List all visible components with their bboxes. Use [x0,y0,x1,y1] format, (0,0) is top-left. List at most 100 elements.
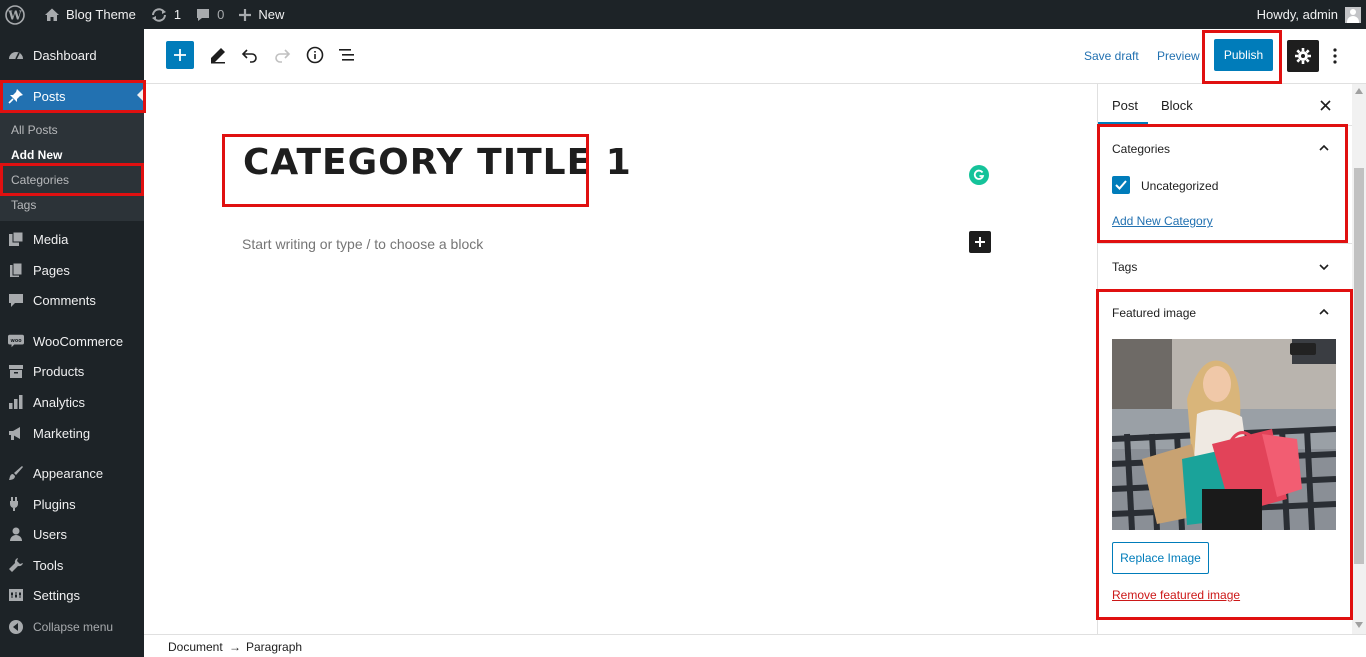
submenu-add-new[interactable]: Add New [11,148,62,162]
tags-panel-title[interactable]: Tags [1112,260,1137,274]
menu-tools-label: Tools [33,557,64,573]
menu-comments[interactable]: Comments [0,285,144,315]
menu-comments-label: Comments [33,292,96,308]
comments-count: 0 [217,7,225,22]
settings-scrollbar[interactable] [1352,84,1366,634]
close-settings-button[interactable] [1316,96,1334,114]
close-icon [1319,99,1331,111]
dashboard-gauge-icon [8,47,24,63]
redo-button[interactable] [270,43,294,67]
featured-image-panel-title[interactable]: Featured image [1112,306,1196,320]
settings-toggle-button[interactable] [1287,40,1319,72]
menu-woocommerce[interactable]: woo WooCommerce [0,326,144,356]
save-draft-button[interactable]: Save draft [1084,49,1139,63]
woocommerce-icon: woo [8,333,24,349]
replace-image-button[interactable]: Replace Image [1112,542,1209,574]
breadcrumb-document[interactable]: Document [168,640,223,654]
updates-count: 1 [173,7,182,22]
menu-appearance[interactable]: Appearance [0,458,144,488]
pushpin-icon [8,88,24,104]
menu-posts-label: Posts [33,88,66,104]
editor-header: Save draft Preview Publish [144,29,1366,84]
uncategorized-checkbox[interactable] [1112,176,1130,194]
collapse-menu-label: Collapse menu [33,620,114,634]
home-icon [45,8,59,21]
menu-dashboard-label: Dashboard [33,47,97,63]
comment-bubble-icon [197,8,210,21]
new-content-link[interactable]: New [231,0,291,29]
edit-mode-button[interactable] [206,43,230,67]
site-name: Blog Theme [66,7,136,22]
scroll-up-arrow-icon[interactable] [1355,88,1363,94]
settings-sidebar: Post Block Categories Uncategorized Add … [1097,84,1353,634]
publish-button[interactable]: Publish [1214,39,1273,71]
paintbrush-icon [8,465,24,481]
new-label: New [258,7,285,22]
editor-canvas: CATEGORY TITLE 1 Start writing or type /… [144,84,1097,634]
submenu-categories[interactable]: Categories [11,173,69,187]
chevron-up-icon[interactable] [1316,140,1332,156]
menu-posts[interactable]: Posts [0,80,144,112]
categories-panel-title[interactable]: Categories [1112,142,1170,156]
pages-icon [8,262,24,278]
menu-analytics-label: Analytics [33,394,86,410]
list-view-icon [339,49,354,61]
menu-products[interactable]: Products [0,356,144,386]
block-inserter-button[interactable] [166,41,194,69]
site-name-link[interactable]: Blog Theme [32,0,143,29]
breadcrumb-paragraph[interactable]: Paragraph [246,640,302,654]
redo-icon [275,49,291,63]
tab-post[interactable]: Post [1112,98,1138,113]
avatar [1345,6,1361,23]
menu-appearance-label: Appearance [33,465,104,481]
menu-media-label: Media [33,231,69,247]
add-new-category-link[interactable]: Add New Category [1112,214,1213,228]
tabs-divider [1098,125,1353,126]
wordpress-logo-icon[interactable]: W [0,0,32,29]
submenu-all-posts[interactable]: All Posts [11,123,58,137]
menu-pages-label: Pages [33,262,70,278]
tab-block[interactable]: Block [1161,98,1193,113]
user-icon [8,526,24,542]
remove-featured-image-link[interactable]: Remove featured image [1112,588,1240,602]
add-block-button[interactable] [969,231,991,253]
menu-users[interactable]: Users [0,519,144,549]
svg-text:W: W [7,8,22,22]
menu-pages[interactable]: Pages [0,255,144,285]
comments-link[interactable]: 0 [188,0,231,29]
checkmark-icon [1115,180,1127,190]
block-placeholder[interactable]: Start writing or type / to choose a bloc… [242,236,483,252]
updates-link[interactable]: 1 [143,0,188,29]
menu-settings[interactable]: Settings [0,580,144,610]
collapse-menu-button[interactable]: Collapse menu [0,612,144,642]
plus-icon [975,237,985,247]
grammarly-icon[interactable] [969,165,989,185]
my-account-link[interactable]: Howdy, admin [1250,0,1366,29]
menu-plugins[interactable]: Plugins [0,489,144,519]
chevron-up-icon[interactable] [1316,304,1332,320]
preview-button[interactable]: Preview [1157,49,1200,63]
details-button[interactable] [303,43,327,67]
featured-image-preview[interactable] [1112,339,1336,530]
section-divider [1098,243,1353,244]
menu-marketing-label: Marketing [33,425,91,441]
scrollbar-thumb[interactable] [1354,168,1364,564]
breadcrumb-arrow: → [229,640,241,654]
chevron-down-icon[interactable] [1316,259,1332,275]
menu-users-label: Users [33,526,67,542]
menu-media[interactable]: Media [0,224,144,254]
list-view-button[interactable] [335,43,359,67]
menu-marketing[interactable]: Marketing [0,418,144,448]
plus-icon [239,8,252,21]
more-options-button[interactable] [1326,43,1344,69]
menu-plugins-label: Plugins [33,496,76,512]
scroll-down-arrow-icon[interactable] [1355,622,1363,628]
menu-woocommerce-label: WooCommerce [33,333,124,349]
post-title[interactable]: CATEGORY TITLE 1 [243,142,632,183]
undo-button[interactable] [238,43,262,67]
menu-analytics[interactable]: Analytics [0,387,144,417]
uncategorized-label[interactable]: Uncategorized [1141,179,1218,193]
submenu-tags[interactable]: Tags [11,198,36,212]
menu-dashboard[interactable]: Dashboard [0,40,144,70]
menu-tools[interactable]: Tools [0,550,144,580]
